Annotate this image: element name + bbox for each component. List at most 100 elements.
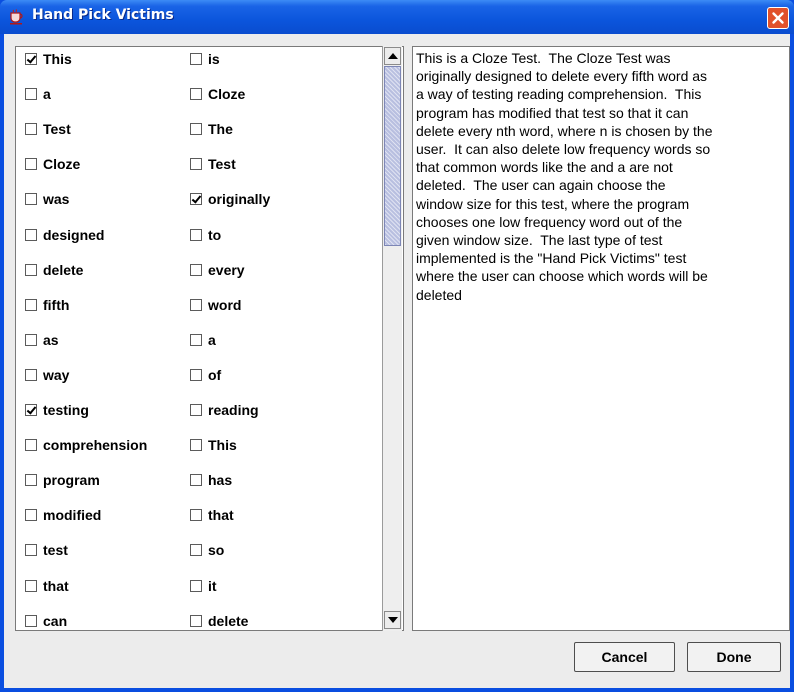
scroll-down-button[interactable] <box>384 611 401 629</box>
word-checkbox-item[interactable]: a <box>190 327 216 353</box>
checkbox[interactable] <box>190 404 202 416</box>
checkbox[interactable] <box>190 333 202 346</box>
word-label: fifth <box>43 296 70 313</box>
passage-line: program has modified that test so that i… <box>416 104 689 121</box>
word-checkbox-item[interactable]: has <box>190 467 232 493</box>
checkbox[interactable] <box>190 614 202 627</box>
word-checkbox-item[interactable]: delete <box>190 608 249 630</box>
checkbox[interactable] <box>25 544 37 557</box>
close-icon <box>772 12 784 24</box>
checkbox[interactable] <box>25 509 37 522</box>
checkbox-checked[interactable] <box>25 53 37 65</box>
word-checkbox-item[interactable]: designed <box>25 222 104 248</box>
word-checkbox-item[interactable]: fifth <box>25 292 69 318</box>
scroll-thumb[interactable] <box>384 66 401 246</box>
word-label: so <box>208 542 225 559</box>
word-checkbox-item[interactable]: every <box>190 257 245 283</box>
checkbox[interactable] <box>190 228 202 241</box>
checkbox-checked[interactable] <box>25 404 37 416</box>
word-checkbox-item[interactable]: Cloze <box>25 151 80 177</box>
word-label: delete <box>43 261 84 278</box>
passage-text-panel[interactable]: This is a Cloze Test. The Cloze Test was… <box>412 46 790 631</box>
vertical-scrollbar[interactable] <box>382 46 402 631</box>
word-checkbox-item[interactable]: Cloze <box>190 81 245 107</box>
word-label: has <box>208 472 233 489</box>
word-checkbox-item[interactable]: testing <box>25 397 89 423</box>
word-checkbox-item[interactable]: is <box>190 47 220 72</box>
passage-line: user. It can also delete low frequency w… <box>416 141 711 158</box>
passage-line: deleted. The user can again choose the <box>416 177 666 194</box>
word-label: delete <box>208 612 249 629</box>
checkbox[interactable] <box>25 333 37 346</box>
word-label: This <box>208 437 237 454</box>
word-checkbox-item[interactable]: as <box>25 327 59 353</box>
passage-line: originally designed to delete every fift… <box>416 68 708 85</box>
checkbox[interactable] <box>25 263 37 276</box>
passage-line: This is a Cloze Test. The Cloze Test was <box>416 50 671 66</box>
word-checkbox-item[interactable]: The <box>190 116 233 142</box>
word-checkbox-item[interactable]: originally <box>190 186 270 212</box>
cancel-button[interactable]: Cancel <box>574 642 675 672</box>
word-checkbox-item[interactable]: modified <box>25 502 101 528</box>
checkbox[interactable] <box>25 193 37 206</box>
checkbox[interactable] <box>190 123 202 136</box>
title-bar[interactable]: Hand Pick Victims <box>0 0 794 34</box>
word-checkbox-item[interactable]: delete <box>25 257 83 283</box>
checkbox[interactable] <box>25 123 37 136</box>
checkbox[interactable] <box>190 368 202 381</box>
word-checkbox-item[interactable]: was <box>25 186 69 212</box>
word-label: word <box>208 296 242 313</box>
scroll-up-button[interactable] <box>384 47 401 65</box>
checkbox[interactable] <box>25 579 37 592</box>
checkbox[interactable] <box>25 614 37 627</box>
word-checkbox-item[interactable]: reading <box>190 397 259 423</box>
checkbox[interactable] <box>25 439 37 452</box>
checkbox[interactable] <box>25 158 37 171</box>
done-button[interactable]: Done <box>687 642 781 672</box>
word-label: as <box>43 331 59 348</box>
close-button[interactable] <box>767 7 789 29</box>
word-checkbox-item[interactable]: word <box>190 292 241 318</box>
checkbox[interactable] <box>25 474 37 487</box>
checkbox[interactable] <box>25 88 37 101</box>
checkbox[interactable] <box>190 158 202 171</box>
word-checkbox-item[interactable]: Test <box>190 151 236 177</box>
checkbox[interactable] <box>190 474 202 487</box>
word-checkbox-item[interactable]: a <box>25 81 51 107</box>
checkbox[interactable] <box>190 439 202 452</box>
word-checkbox-item[interactable]: so <box>190 537 224 563</box>
app-icon <box>8 8 26 26</box>
word-checkbox-item[interactable]: to <box>190 222 221 248</box>
word-label: program <box>43 472 100 489</box>
word-checkbox-list: This a Test Cloze was designed delete fifth as wa… <box>15 46 404 631</box>
word-checkbox-item[interactable]: This <box>190 432 237 458</box>
passage-line: window size for this test, where the pro… <box>416 195 690 212</box>
word-checkbox-item[interactable]: can <box>25 608 67 630</box>
word-label: of <box>208 366 222 383</box>
checkbox[interactable] <box>25 228 37 241</box>
checkbox[interactable] <box>190 298 202 311</box>
word-checkbox-item[interactable]: that <box>190 502 234 528</box>
checkbox-checked[interactable] <box>190 193 202 206</box>
word-checkbox-item[interactable]: This <box>25 47 72 72</box>
word-checkbox-item[interactable]: Test <box>25 116 71 142</box>
word-checkbox-item[interactable]: program <box>25 467 100 493</box>
word-checkbox-item[interactable]: it <box>190 573 217 599</box>
checkbox[interactable] <box>190 263 202 276</box>
word-checkbox-item[interactable]: comprehension <box>25 432 147 458</box>
checkbox[interactable] <box>190 544 202 557</box>
word-checkbox-item[interactable]: that <box>25 573 69 599</box>
checkbox[interactable] <box>190 53 202 65</box>
word-checkbox-item[interactable]: way <box>25 362 69 388</box>
word-label: modified <box>43 507 102 524</box>
checkbox[interactable] <box>25 368 37 381</box>
word-label: every <box>208 261 245 278</box>
checkbox[interactable] <box>190 579 202 592</box>
triangle-up-icon <box>388 53 398 59</box>
word-label: is <box>208 51 220 67</box>
word-checkbox-item[interactable]: of <box>190 362 221 388</box>
checkbox[interactable] <box>190 509 202 522</box>
checkbox[interactable] <box>190 88 202 101</box>
checkbox[interactable] <box>25 298 37 311</box>
word-checkbox-item[interactable]: test <box>25 537 68 563</box>
